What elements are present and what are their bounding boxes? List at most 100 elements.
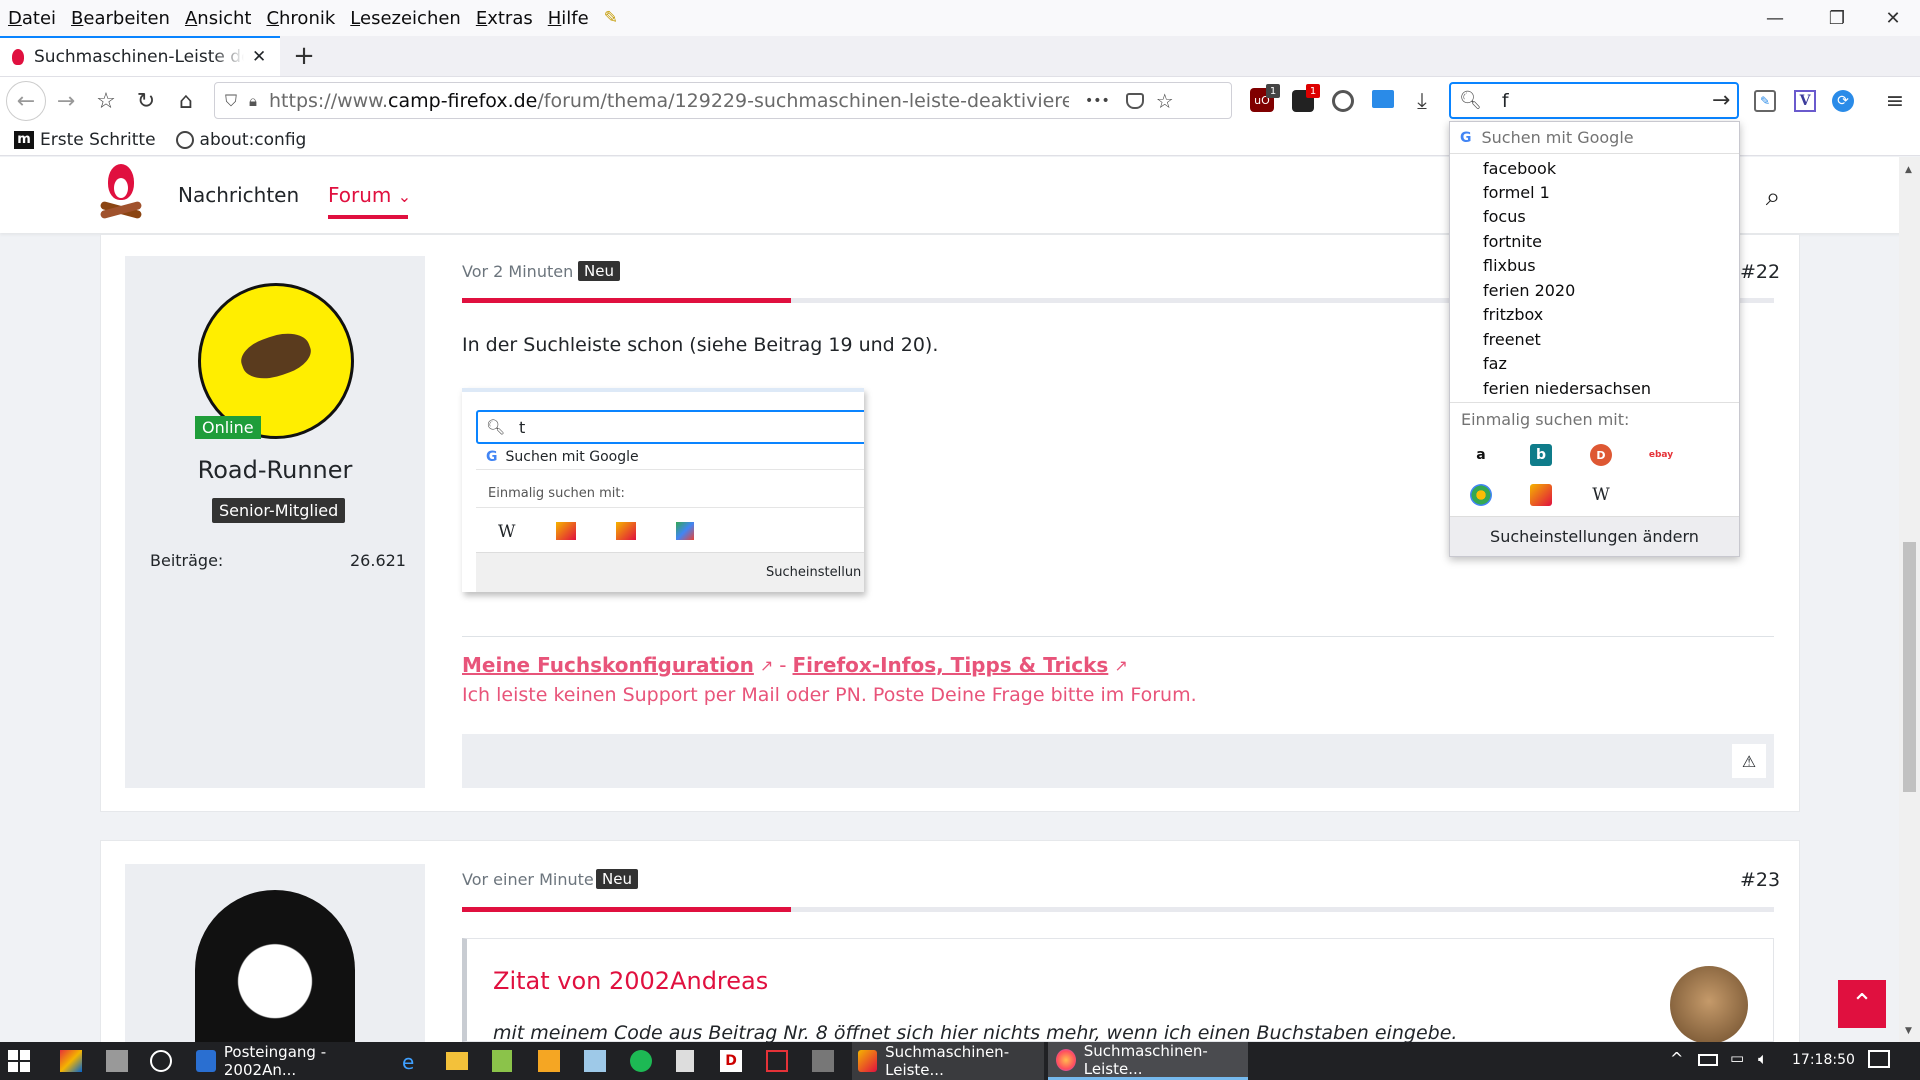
shield-icon[interactable]: ⛉: [225, 91, 237, 111]
menu-ansicht[interactable]: Ansicht: [185, 8, 251, 29]
wikipedia-icon[interactable]: W: [1590, 484, 1612, 506]
suggestion-item[interactable]: formel 1: [1483, 183, 1550, 202]
edge-icon[interactable]: e: [402, 1050, 424, 1074]
bing-icon[interactable]: b: [1530, 444, 1552, 466]
menu-bearbeiten[interactable]: Bearbeiten: [71, 8, 170, 29]
taskbar-app-icon[interactable]: [766, 1050, 788, 1072]
url-bar[interactable]: ⛉ 🔒︎ https://www.camp-firefox.de/forum/t…: [214, 82, 1232, 119]
ebay-icon[interactable]: ebay: [1649, 444, 1673, 466]
embedded-search-icon: 🔍︎: [486, 418, 506, 436]
taskbar-firefox-window[interactable]: Suchmaschinen-Leiste...: [852, 1042, 1044, 1080]
network-icon[interactable]: ▭: [1730, 1049, 1744, 1067]
home-icon[interactable]: ⌂: [166, 81, 206, 121]
minimize-button[interactable]: —: [1744, 0, 1806, 36]
scroll-to-top-button[interactable]: ⌃: [1838, 980, 1886, 1028]
search-input[interactable]: f: [1502, 90, 1712, 112]
reload-icon[interactable]: ↻: [126, 81, 166, 121]
suggestion-item[interactable]: faz: [1483, 354, 1507, 373]
url-text[interactable]: https://www.camp-firefox.de/forum/thema/…: [269, 90, 1069, 112]
search-with-google[interactable]: G Suchen mit Google: [1450, 122, 1739, 154]
tab-close-icon[interactable]: ✕: [252, 47, 266, 67]
suggestion-item[interactable]: fritzbox: [1483, 305, 1543, 324]
taskbar-app-icon[interactable]: [492, 1050, 512, 1072]
nav-forum[interactable]: Forum ⌄: [328, 183, 411, 207]
lock-icon[interactable]: 🔒︎: [249, 92, 257, 110]
camp-firefox-engine-icon[interactable]: [1530, 484, 1552, 506]
sync-icon[interactable]: ⟳: [1832, 90, 1854, 112]
camp-firefox-logo-icon[interactable]: [99, 164, 143, 224]
v-extension-icon[interactable]: V: [1794, 90, 1816, 112]
taskbar-app-icon[interactable]: [630, 1050, 652, 1072]
edit-extension-icon[interactable]: ✎: [1754, 90, 1776, 112]
post-time-2[interactable]: Vor einer Minute: [462, 870, 594, 889]
bookmark-about-config[interactable]: about:config: [175, 130, 306, 150]
page-actions-icon[interactable]: •••: [1085, 93, 1110, 109]
forward-arrow-icon[interactable]: →: [46, 81, 86, 121]
taskbar-app-icon[interactable]: [150, 1050, 172, 1072]
bookmark-star-icon[interactable]: ☆: [1156, 89, 1174, 113]
search-go-arrow-icon[interactable]: →: [1712, 88, 1730, 113]
amazon-icon[interactable]: a: [1470, 444, 1492, 466]
avatar-cat[interactable]: [195, 890, 355, 1042]
menu-hilfe[interactable]: Hilfe: [548, 8, 589, 29]
suggestion-item[interactable]: ferien 2020: [1483, 281, 1575, 300]
nav-nachrichten[interactable]: Nachrichten: [178, 183, 299, 207]
duckduckgo-icon[interactable]: D: [1590, 444, 1612, 466]
site-search-icon[interactable]: ⌕: [1758, 182, 1788, 212]
battery-icon[interactable]: [1698, 1054, 1718, 1066]
folder-icon[interactable]: [1372, 90, 1394, 108]
taskbar-app-icon[interactable]: [106, 1050, 128, 1072]
post-number-2[interactable]: #23: [1740, 869, 1780, 891]
volume-icon[interactable]: 🔈︎: [1758, 1049, 1768, 1069]
suggestion-item[interactable]: focus: [1483, 207, 1526, 226]
search-bar[interactable]: 🔍︎ f →: [1449, 82, 1739, 119]
taskbar-app-icon[interactable]: D: [720, 1050, 742, 1072]
clock[interactable]: 17:18:50: [1792, 1052, 1855, 1068]
change-search-settings-button[interactable]: Sucheinstellungen ändern: [1450, 516, 1739, 556]
suggestion-item[interactable]: flixbus: [1483, 256, 1536, 275]
taskbar-app-icon[interactable]: [584, 1050, 606, 1072]
back-arrow-icon[interactable]: ←: [6, 81, 46, 121]
suggestion-item[interactable]: freenet: [1483, 330, 1541, 349]
explorer-folder-icon[interactable]: [446, 1052, 468, 1070]
bookmark-erste-schritte[interactable]: m Erste Schritte: [14, 130, 156, 150]
hamburger-menu-icon[interactable]: ≡: [1875, 81, 1915, 121]
restore-button[interactable]: ❐: [1806, 0, 1868, 36]
notification-icon[interactable]: [1868, 1050, 1890, 1068]
taskbar-app-icon[interactable]: [676, 1050, 694, 1072]
taskbar-firefox-window-active[interactable]: Suchmaschinen-Leiste...: [1048, 1042, 1248, 1080]
chrome-icon[interactable]: [1470, 484, 1492, 506]
tray-chevron-icon[interactable]: ^: [1670, 1049, 1683, 1068]
download-icon[interactable]: ⤓: [1402, 81, 1442, 121]
account-icon[interactable]: [1332, 90, 1354, 112]
author-name[interactable]: Road-Runner: [125, 456, 425, 484]
pocket-icon[interactable]: [1125, 92, 1144, 109]
taskbar-app-icon[interactable]: [60, 1050, 82, 1072]
new-tab-button[interactable]: +: [286, 38, 322, 74]
taskbar-app-icon[interactable]: [538, 1050, 560, 1072]
windows-start-icon[interactable]: [8, 1050, 30, 1072]
post-number[interactable]: #22: [1740, 261, 1780, 283]
fire-favicon-icon: [12, 49, 24, 65]
suggestion-item[interactable]: fortnite: [1483, 232, 1542, 251]
tab-active[interactable]: Suchmaschinen-Leiste deaktivieren ✕: [0, 36, 280, 76]
close-window-button[interactable]: ✕: [1862, 0, 1920, 36]
menu-chronik[interactable]: Chronik: [266, 8, 335, 29]
suggestion-item[interactable]: ferien niedersachsen: [1483, 379, 1651, 398]
notepad-icon[interactable]: ✎: [604, 8, 618, 28]
sig-link-firefox-infos[interactable]: Firefox-Infos, Tipps & Tricks: [793, 653, 1109, 677]
scrollbar[interactable]: ▲ ▼: [1899, 157, 1920, 1042]
sig-link-fuchskonfiguration[interactable]: Meine Fuchskonfiguration: [462, 653, 754, 677]
taskbar-app-icon[interactable]: [812, 1050, 834, 1072]
quote-title[interactable]: Zitat von 2002Andreas: [493, 967, 768, 995]
post-time[interactable]: Vor 2 Minuten: [462, 262, 573, 281]
menu-lesezeichen[interactable]: Lesezeichen: [350, 8, 461, 29]
tab-title: Suchmaschinen-Leiste deaktivieren: [34, 47, 244, 67]
menu-datei[interactable]: Datei: [8, 8, 56, 29]
menu-extras[interactable]: Extras: [476, 8, 533, 29]
embedded-search-with: Suchen mit Google: [505, 448, 639, 465]
suggestion-item[interactable]: facebook: [1483, 159, 1556, 178]
taskbar-outlook[interactable]: Posteingang - 2002An...: [196, 1042, 386, 1080]
bookmark-manager-icon[interactable]: ☆: [86, 81, 126, 121]
report-warning-icon[interactable]: ⚠: [1732, 744, 1766, 778]
